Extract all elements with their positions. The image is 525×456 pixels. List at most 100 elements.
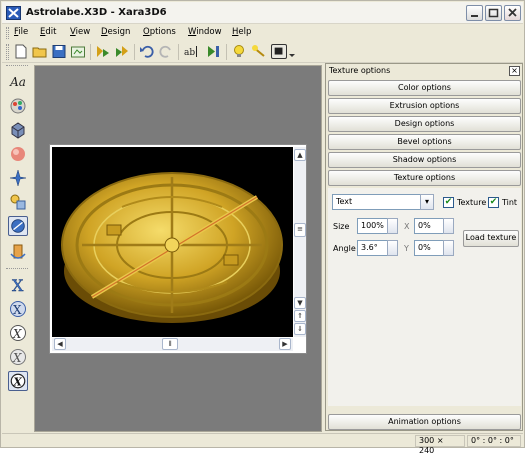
color-options-button[interactable]: Color options <box>328 80 521 96</box>
angle-label: Angle <box>333 244 356 253</box>
light-bulb-icon[interactable] <box>231 44 247 59</box>
close-icon <box>508 8 517 17</box>
x-label: X <box>404 222 410 231</box>
color-palette-icon[interactable] <box>8 96 28 116</box>
texture-checkbox-label: Texture <box>457 198 487 207</box>
maximize-icon <box>488 8 499 18</box>
view-frame-icon[interactable] <box>271 44 287 59</box>
save-icon[interactable] <box>51 44 67 59</box>
x-value: 0% <box>418 221 431 230</box>
y-label: Y <box>404 244 409 253</box>
texture-select-value: Text <box>336 197 353 206</box>
menu-file[interactable]: File <box>14 27 28 37</box>
scroll-up-button[interactable]: ▲ <box>294 149 306 161</box>
texture-checkbox[interactable]: ✔ <box>443 197 454 208</box>
minimize-icon <box>471 15 478 17</box>
svg-text:X: X <box>12 327 22 341</box>
toolbar-overflow-icon[interactable] <box>288 44 296 59</box>
scroll-left-button[interactable]: ◀ <box>54 338 66 350</box>
shadow-tool-icon[interactable] <box>8 168 28 188</box>
scroll-page-up-button[interactable]: ⇑ <box>294 310 306 322</box>
vertical-scroll-thumb[interactable]: ≡ <box>294 223 306 237</box>
new-file-icon[interactable] <box>13 44 29 59</box>
horizontal-scrollbar[interactable]: ◀ ⦀ ▶ <box>52 338 293 351</box>
open-folder-icon[interactable] <box>32 44 48 59</box>
astrolabe-image <box>61 172 283 323</box>
menu-options[interactable]: Options <box>143 27 176 37</box>
size-field[interactable]: 100% <box>357 218 398 234</box>
texture-options-area: Text ▾ ✔ Texture ✔ Tint Size 100% X 0% A… <box>328 188 521 406</box>
redo-icon[interactable] <box>158 44 174 59</box>
design-style-x-grey-icon[interactable]: X <box>8 347 28 367</box>
scroll-right-button[interactable]: ▶ <box>279 338 291 350</box>
design-prev-icon[interactable] <box>114 44 130 59</box>
svg-text:ab: ab <box>184 48 195 58</box>
svg-text:X: X <box>12 351 22 365</box>
xara-app-icon <box>6 6 21 20</box>
app-window: Astrolabe.X3D - Xara3D6 File Edit View D… <box>0 0 525 455</box>
svg-text:X: X <box>12 276 24 295</box>
size-value: 100% <box>361 221 384 230</box>
astrolabe-render[interactable] <box>52 147 293 337</box>
scroll-page-down-button[interactable]: ⇓ <box>294 323 306 335</box>
y-spinner[interactable] <box>443 240 454 256</box>
design-viewport: ▲ ≡ ▼ ⇑ ⇓ ◀ ⦀ ▶ <box>34 65 322 432</box>
menu-view[interactable]: View <box>70 27 90 37</box>
panel-title: Texture options <box>329 66 391 75</box>
bevel-tool-icon[interactable] <box>8 144 28 164</box>
shapes-tool-icon[interactable] <box>8 192 28 212</box>
title-bar: Astrolabe.X3D - Xara3D6 <box>2 2 523 24</box>
play-animation-icon[interactable] <box>205 44 221 59</box>
options-panel: Texture options × Color options Extrusio… <box>325 63 523 431</box>
svg-text:X: X <box>13 376 23 389</box>
status-angles: 0° : 0° : 0° <box>467 435 521 447</box>
menu-edit[interactable]: Edit <box>40 27 56 37</box>
design-style-x-icon[interactable]: X <box>8 275 28 295</box>
maximize-button[interactable] <box>485 5 502 21</box>
tint-checkbox-label: Tint <box>502 198 518 207</box>
angle-spinner[interactable] <box>387 240 398 256</box>
bevel-options-button[interactable]: Bevel options <box>328 134 521 150</box>
window-title: Astrolabe.X3D - Xara3D6 <box>26 7 167 18</box>
load-texture-button[interactable]: Load texture <box>463 230 519 247</box>
y-field[interactable]: 0% <box>414 240 454 256</box>
close-window-button[interactable] <box>504 5 521 21</box>
extrusion-tool-icon[interactable] <box>8 120 28 140</box>
menu-window[interactable]: Window <box>188 27 222 37</box>
design-style-x-outline-icon[interactable]: X <box>8 323 28 343</box>
design-style-x-round-icon[interactable]: X <box>8 299 28 319</box>
text-edit-icon[interactable]: ab <box>183 44 199 59</box>
design-options-button[interactable]: Design options <box>328 116 521 132</box>
extrusion-options-button[interactable]: Extrusion options <box>328 98 521 114</box>
animation-options-button[interactable]: Animation options <box>328 414 521 430</box>
undo-icon[interactable] <box>139 44 155 59</box>
angle-value: 3.6° <box>361 243 378 252</box>
shadow-options-button[interactable]: Shadow options <box>328 152 521 168</box>
tint-checkbox[interactable]: ✔ <box>488 197 499 208</box>
size-label: Size <box>333 222 350 231</box>
texture-select[interactable]: Text ▾ <box>332 194 434 210</box>
panel-close-button[interactable]: × <box>509 66 520 76</box>
left-tool-strip: Aa X X X X X <box>3 65 32 405</box>
chevron-down-icon[interactable]: ▾ <box>420 194 434 210</box>
minimize-button[interactable] <box>466 5 483 21</box>
vertical-scrollbar[interactable]: ▲ ≡ ▼ ⇑ ⇓ <box>294 147 306 337</box>
export-icon[interactable] <box>70 44 86 59</box>
size-spinner[interactable] <box>387 218 398 234</box>
angle-field[interactable]: 3.6° <box>357 240 398 256</box>
light-tool-icon[interactable] <box>251 44 267 59</box>
x-spinner[interactable] <box>443 218 454 234</box>
horizontal-scroll-thumb[interactable]: ⦀ <box>162 338 178 350</box>
status-bar: 300 × 240 0° : 0° : 0° <box>2 433 523 455</box>
scroll-down-button[interactable]: ▼ <box>294 297 306 309</box>
text-tool-icon[interactable]: Aa <box>8 72 28 92</box>
animation-tool-icon[interactable] <box>8 242 28 262</box>
texture-tool-icon[interactable] <box>8 216 28 236</box>
x-field[interactable]: 0% <box>414 218 454 234</box>
design-style-x-selected-icon[interactable]: X <box>8 371 28 391</box>
menu-help[interactable]: Help <box>232 27 251 37</box>
texture-options-button[interactable]: Texture options <box>328 170 521 186</box>
menu-design[interactable]: Design <box>101 27 130 37</box>
design-next-icon[interactable] <box>95 44 111 59</box>
canvas-frame: ▲ ≡ ▼ ⇑ ⇓ ◀ ⦀ ▶ <box>49 144 307 354</box>
